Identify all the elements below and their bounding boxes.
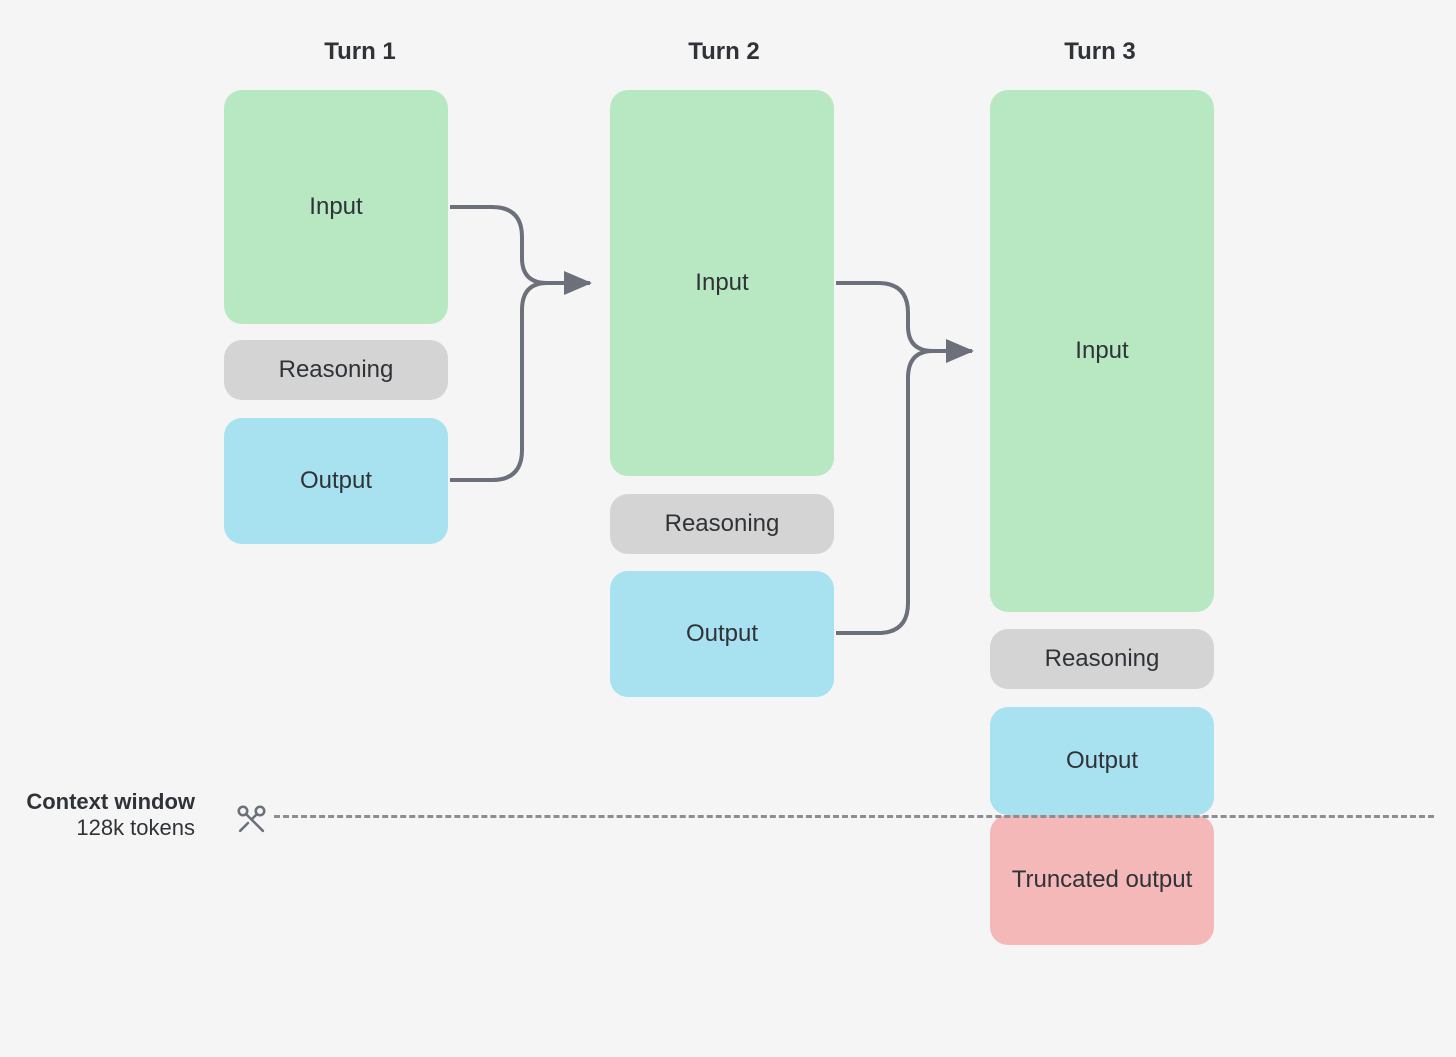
arrow-turn1-output-to-merge — [450, 283, 547, 480]
turn-3-truncated-box: Truncated output — [990, 815, 1214, 945]
turn-2-input-box: Input — [610, 90, 834, 476]
diagram-canvas: Turn 1 Turn 2 Turn 3 Input Reasoning Out… — [0, 0, 1456, 1057]
arrow-turn1-input-to-turn2 — [450, 207, 590, 283]
turn-2-title: Turn 2 — [664, 38, 784, 66]
context-window-line — [274, 815, 1434, 818]
turn-1-title: Turn 1 — [300, 38, 420, 66]
arrow-turn2-input-to-turn3 — [836, 283, 972, 351]
context-window-label: Context window 128k tokens — [0, 789, 195, 841]
turn-3-output-box: Output — [990, 707, 1214, 815]
turn-1-reasoning-box: Reasoning — [224, 340, 448, 400]
arrow-turn2-output-to-merge — [836, 351, 933, 633]
turn-3-reasoning-box: Reasoning — [990, 629, 1214, 689]
turn-1-input-box: Input — [224, 90, 448, 324]
context-window-bold-text: Context window — [26, 789, 195, 814]
scissors-icon — [230, 803, 269, 837]
turn-2-output-box: Output — [610, 571, 834, 697]
context-window-sub-text: 128k tokens — [76, 815, 195, 840]
turn-2-reasoning-box: Reasoning — [610, 494, 834, 554]
turn-1-output-box: Output — [224, 418, 448, 544]
turn-3-title: Turn 3 — [1040, 38, 1160, 66]
turn-3-input-box: Input — [990, 90, 1214, 612]
